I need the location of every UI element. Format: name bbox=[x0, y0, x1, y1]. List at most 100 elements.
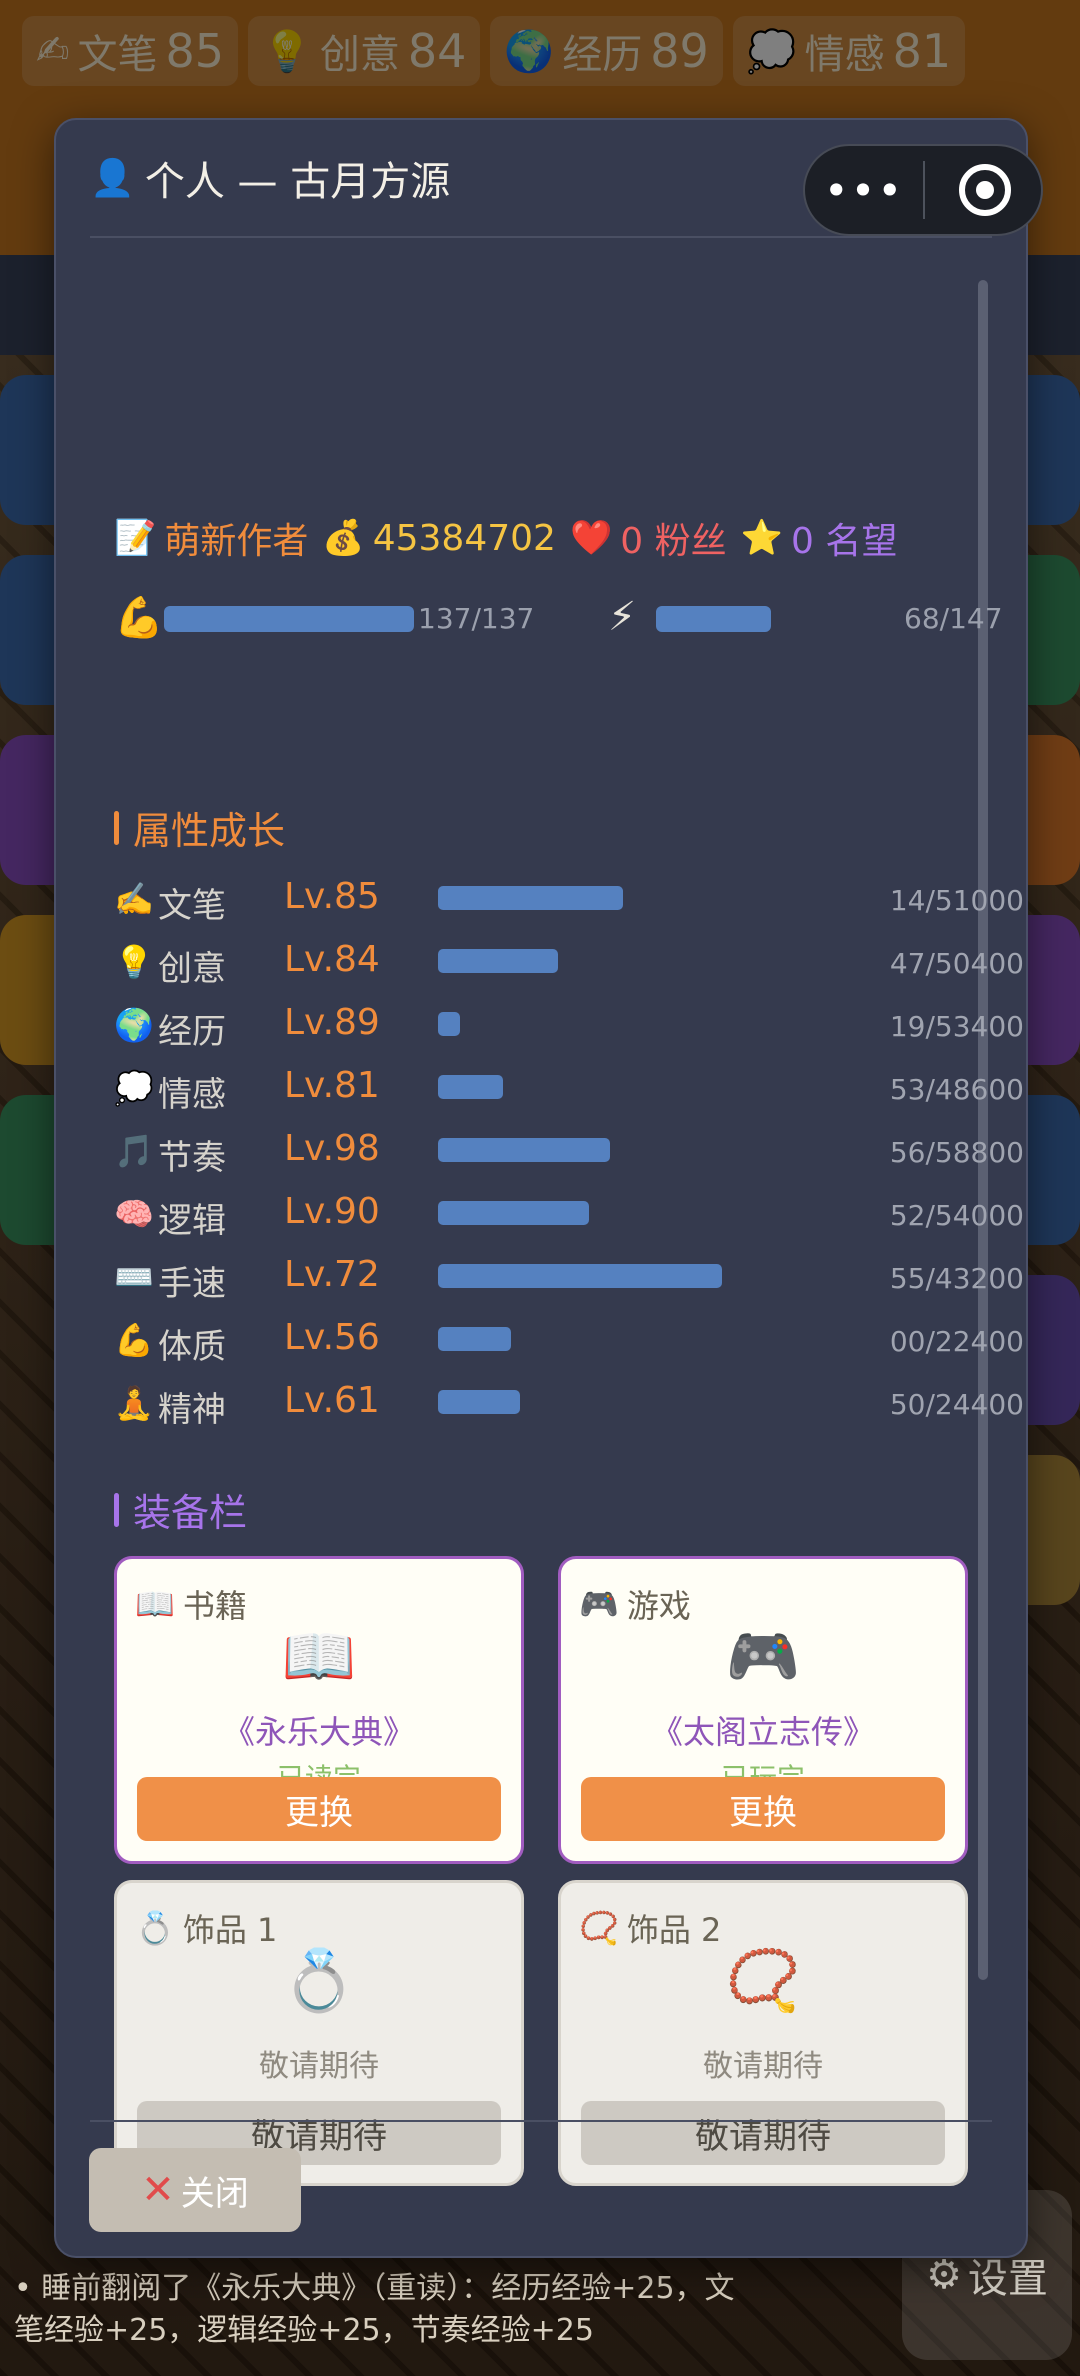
attribute-progress-fill bbox=[438, 1390, 520, 1414]
attribute-progress-track bbox=[438, 1390, 868, 1414]
fame-count: 0 名望 bbox=[790, 521, 898, 562]
log-line: 笔经验+25，逻辑经验+25，节奏经验+25 bbox=[14, 2313, 594, 2348]
coming-soon-text: 敬请期待 bbox=[703, 2049, 823, 2084]
attribute-name: 体质 bbox=[158, 1327, 226, 1367]
attribute-progress-track bbox=[438, 949, 868, 973]
money-bag-icon: 💰 bbox=[322, 518, 365, 558]
more-options-button[interactable]: ••• bbox=[805, 166, 923, 215]
attribute-progress-fill bbox=[438, 1012, 460, 1036]
profile-modal: 👤 个人 — 古月方源 📝 萌新作者 💰 45384702 ❤️ 0 粉丝 ⭐ … bbox=[54, 118, 1028, 2258]
equip-card-book: 📖 书籍 📖 《永乐大典》 已读完 更换 bbox=[114, 1556, 524, 1864]
rank-title: 萌新作者 bbox=[164, 521, 309, 562]
attribute-level: Lv.56 bbox=[284, 1317, 380, 1358]
attribute-level: Lv.98 bbox=[284, 1128, 380, 1169]
attribute-row: 🌍 经历 Lv.89 19/53400 bbox=[114, 998, 1024, 1054]
attribute-progress-track bbox=[438, 1327, 868, 1351]
attribute-progress-fill bbox=[438, 1138, 610, 1162]
attribute-icon: 🎵 bbox=[114, 1132, 154, 1170]
attribute-exp: 55/43200 bbox=[889, 1262, 1024, 1295]
attribute-row: ⌨️ 手速 Lv.72 55/43200 bbox=[114, 1250, 1024, 1306]
item-name: 《太阁立志传》 bbox=[650, 1713, 875, 1751]
heart-icon: ❤️ bbox=[569, 518, 613, 558]
activity-log: • 睡前翻阅了《永乐大典》（重读）：经历经验+25，文 笔经验+25，逻辑经验+… bbox=[14, 2268, 844, 2352]
attribute-icon: 💡 bbox=[114, 943, 154, 981]
stamina-text: 137/137 bbox=[418, 602, 535, 635]
prayer-beads-item-icon: 📿 bbox=[725, 1946, 801, 2016]
book-item-icon: 📖 bbox=[281, 1622, 357, 1692]
gamepad-icon: 🎮 bbox=[579, 1585, 619, 1623]
attribute-progress-track bbox=[438, 1201, 868, 1225]
attribute-exp: 53/48600 bbox=[889, 1073, 1024, 1106]
attribute-level: Lv.89 bbox=[284, 1002, 380, 1043]
attribute-progress-track bbox=[438, 1264, 868, 1288]
item-status: 已读完 bbox=[117, 1757, 521, 1777]
log-line: • 睡前翻阅了《永乐大典》（重读）：经历经验+25，文 bbox=[14, 2271, 735, 2306]
attribute-progress-track bbox=[438, 1012, 868, 1036]
attribute-name: 情感 bbox=[158, 1075, 226, 1115]
attribute-row: 💭 情感 Lv.81 53/48600 bbox=[114, 1061, 1024, 1117]
gamepad-item-icon: 🎮 bbox=[725, 1622, 801, 1692]
attributes-title-text: 属性成长 bbox=[133, 809, 286, 853]
money-value: 45384702 bbox=[372, 517, 556, 559]
attribute-name: 手速 bbox=[158, 1264, 226, 1304]
attribute-progress-track bbox=[438, 1075, 868, 1099]
close-icon: ✕ bbox=[141, 2167, 175, 2213]
attribute-icon: 💪 bbox=[114, 1321, 154, 1359]
attribute-exp: 19/53400 bbox=[889, 1010, 1024, 1043]
attribute-level: Lv.84 bbox=[284, 939, 380, 980]
muscle-icon: 💪 bbox=[114, 595, 164, 641]
capsule-divider bbox=[923, 161, 925, 219]
equipment-title-text: 装备栏 bbox=[133, 1491, 248, 1535]
attribute-exp: 14/51000 bbox=[889, 884, 1024, 917]
coming-soon-button: 敬请期待 bbox=[581, 2101, 945, 2165]
attribute-level: Lv.81 bbox=[284, 1065, 380, 1106]
equip-card-accessory-2: 📿 饰品 2 📿 敬请期待 敬请期待 bbox=[558, 1880, 968, 2186]
book-icon: 📖 bbox=[135, 1585, 175, 1623]
user-icon: 👤 bbox=[90, 158, 135, 199]
attribute-row: ✍️ 文笔 Lv.85 14/51000 bbox=[114, 872, 1024, 928]
attribute-name: 精神 bbox=[158, 1390, 226, 1430]
ring-icon: 💍 bbox=[135, 1909, 175, 1947]
prayer-beads-icon: 📿 bbox=[579, 1909, 619, 1947]
change-book-button[interactable]: 更换 bbox=[137, 1777, 501, 1841]
item-status: 已玩完 bbox=[561, 1757, 965, 1777]
attribute-icon: ⌨️ bbox=[114, 1258, 154, 1296]
attribute-name: 逻辑 bbox=[158, 1201, 226, 1241]
miniprogram-capsule: ••• bbox=[803, 144, 1043, 236]
memo-icon: 📝 bbox=[114, 518, 157, 558]
equip-card-accessory-1: 💍 饰品 1 💍 敬请期待 敬请期待 bbox=[114, 1880, 524, 2186]
profile-summary: 📝 萌新作者 💰 45384702 ❤️ 0 粉丝 ⭐ 0 名望 bbox=[114, 512, 984, 564]
attribute-icon: 🧘 bbox=[114, 1384, 154, 1422]
ring-item-icon: 💍 bbox=[281, 1946, 357, 2016]
attribute-row: 💪 体质 Lv.56 00/22400 bbox=[114, 1313, 1024, 1369]
attribute-level: Lv.72 bbox=[284, 1254, 380, 1295]
modal-title-text: 个人 — 古月方源 bbox=[144, 159, 451, 205]
attribute-exp: 52/54000 bbox=[889, 1199, 1024, 1232]
close-label: 关闭 bbox=[180, 2173, 249, 2214]
energy-text: 68/147 bbox=[904, 602, 1003, 635]
attribute-exp: 50/24400 bbox=[889, 1388, 1024, 1421]
energy-bar bbox=[656, 606, 771, 632]
attribute-progress-fill bbox=[438, 1201, 589, 1225]
gear-icon: ⚙ bbox=[926, 2252, 962, 2298]
attribute-exp: 00/22400 bbox=[889, 1325, 1024, 1358]
attribute-progress-fill bbox=[438, 1075, 503, 1099]
fans-count: 0 粉丝 bbox=[620, 521, 727, 562]
change-game-button[interactable]: 更换 bbox=[581, 1777, 945, 1841]
attribute-level: Lv.90 bbox=[284, 1191, 380, 1232]
footer-divider bbox=[90, 2120, 992, 2122]
exit-miniprogram-icon[interactable] bbox=[959, 164, 1011, 216]
equipment-section-title: 装备栏 bbox=[114, 1482, 247, 1537]
attributes-section-title: 属性成长 bbox=[114, 800, 285, 855]
attribute-row: 🎵 节奏 Lv.98 56/58800 bbox=[114, 1124, 1024, 1180]
section-marker bbox=[114, 1492, 119, 1527]
attribute-icon: 💭 bbox=[114, 1069, 154, 1107]
attribute-row: 💡 创意 Lv.84 47/50400 bbox=[114, 935, 1024, 991]
coming-soon-text: 敬请期待 bbox=[259, 2049, 379, 2084]
close-button[interactable]: ✕ 关闭 bbox=[89, 2148, 301, 2232]
attribute-progress-fill bbox=[438, 949, 558, 973]
attribute-progress-track bbox=[438, 1138, 868, 1162]
lightning-icon: ⚡ bbox=[608, 594, 637, 640]
attribute-icon: ✍️ bbox=[114, 880, 154, 918]
stamina-bar bbox=[164, 606, 414, 632]
